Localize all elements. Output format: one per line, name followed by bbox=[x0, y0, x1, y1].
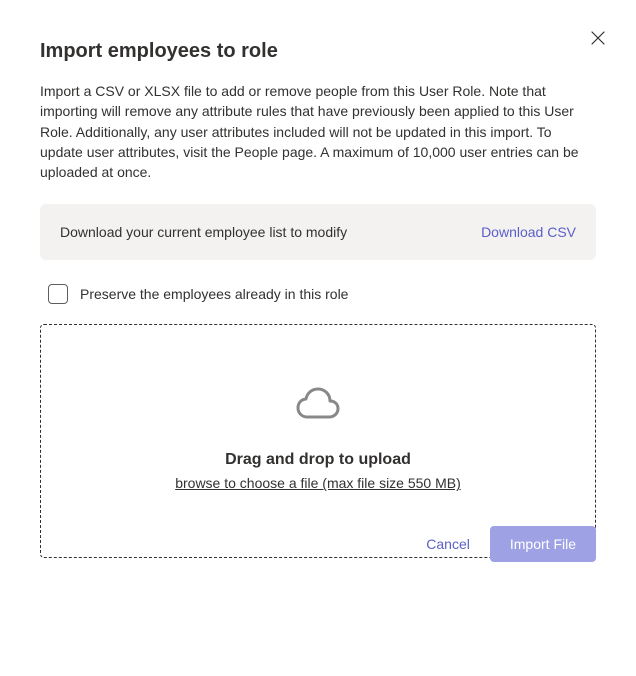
dropzone-title: Drag and drop to upload bbox=[61, 451, 575, 469]
import-file-button[interactable]: Import File bbox=[490, 526, 596, 562]
preserve-checkbox-row: Preserve the employees already in this r… bbox=[40, 284, 596, 304]
import-dialog: Import employees to role Import a CSV or… bbox=[0, 0, 636, 598]
preserve-checkbox-label: Preserve the employees already in this r… bbox=[80, 286, 348, 302]
dropzone-subtitle: browse to choose a file (max file size 5… bbox=[175, 475, 461, 491]
download-bar: Download your current employee list to m… bbox=[40, 204, 596, 260]
cancel-button[interactable]: Cancel bbox=[426, 536, 470, 552]
close-icon bbox=[591, 31, 605, 45]
download-csv-link[interactable]: Download CSV bbox=[481, 224, 576, 240]
cloud-upload-icon bbox=[296, 385, 340, 423]
download-text: Download your current employee list to m… bbox=[60, 224, 347, 240]
dialog-title: Import employees to role bbox=[40, 40, 596, 63]
file-dropzone[interactable]: Drag and drop to upload browse to choose… bbox=[40, 324, 596, 558]
dialog-footer: Cancel Import File bbox=[426, 526, 596, 562]
dialog-description: Import a CSV or XLSX file to add or remo… bbox=[40, 81, 596, 182]
close-button[interactable] bbox=[588, 28, 608, 48]
preserve-checkbox[interactable] bbox=[48, 284, 68, 304]
